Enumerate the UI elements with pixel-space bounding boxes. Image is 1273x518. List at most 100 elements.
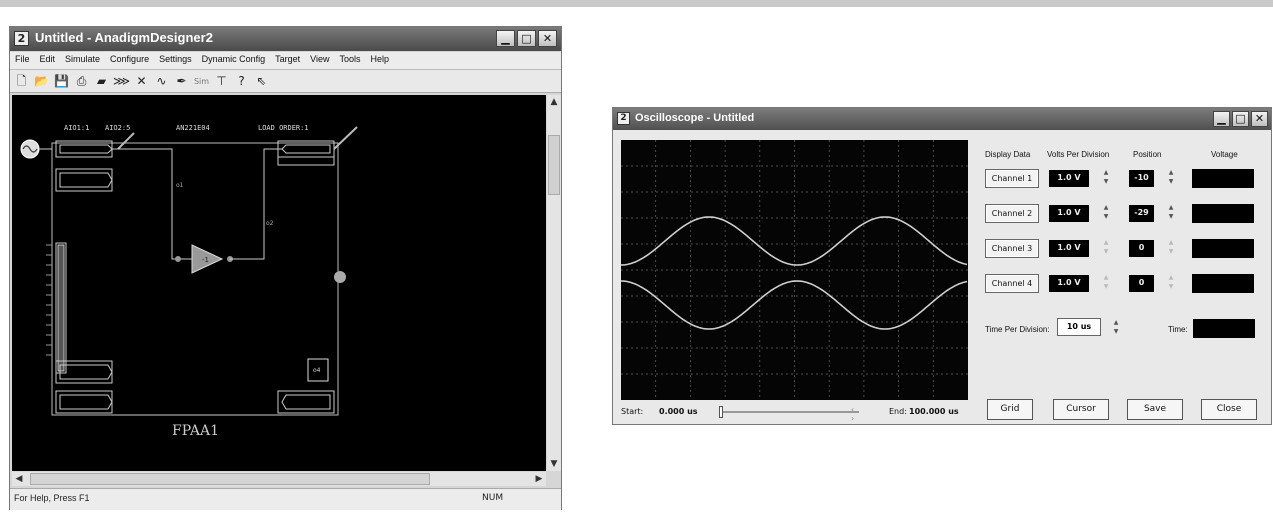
- channel-3-button[interactable]: Channel 3: [985, 239, 1039, 258]
- menu-help[interactable]: Help: [366, 52, 395, 69]
- title-bar[interactable]: 2 Untitled - AnadigmDesigner2 ▁ □ ✕: [10, 27, 561, 51]
- channel-4-button[interactable]: Channel 4: [985, 274, 1039, 293]
- oscilloscope-window: 2 Oscilloscope - Untitled ▁ □ ✕ Start: 0…: [612, 107, 1272, 425]
- channel-2-volts[interactable]: 1.0 V: [1049, 205, 1089, 222]
- open-folder-icon[interactable]: 📂: [33, 73, 50, 90]
- channel-4-position[interactable]: 0: [1129, 275, 1154, 292]
- end-value: 100.000 us: [909, 407, 959, 416]
- probe-icon[interactable]: ✒: [173, 73, 190, 90]
- time-per-division-label: Time Per Division:: [985, 325, 1050, 334]
- simulate-icon[interactable]: Sim: [193, 73, 210, 90]
- probe-1-icon: [117, 132, 135, 150]
- title-bar[interactable]: 2 Oscilloscope - Untitled ▁ □ ✕: [613, 108, 1271, 130]
- menu-settings[interactable]: Settings: [154, 52, 197, 69]
- scroll-down-icon[interactable]: ▼: [547, 457, 561, 471]
- close-scope-button[interactable]: Close: [1201, 399, 1257, 420]
- menu-target[interactable]: Target: [270, 52, 305, 69]
- amp-gain-label: -1: [202, 256, 209, 264]
- scope-display: [620, 140, 968, 400]
- input-cell-2: [55, 168, 113, 192]
- channel-3-position-spinner[interactable]: ▲ ▼: [1166, 238, 1176, 258]
- scroll-right-icon[interactable]: ▶: [532, 472, 546, 486]
- vertical-scrollbar[interactable]: ▲ ▼: [547, 95, 561, 471]
- print-icon[interactable]: ⎙: [73, 73, 90, 90]
- window-title: Untitled - AnadigmDesigner2: [35, 30, 213, 45]
- minimize-button[interactable]: ▁: [1213, 111, 1230, 127]
- channel-4-volts[interactable]: 1.0 V: [1049, 275, 1089, 292]
- time-per-division-field[interactable]: 10 us: [1057, 318, 1101, 336]
- channel-2-voltage: [1192, 204, 1254, 223]
- scope-grid-and-traces: [620, 140, 968, 400]
- hscroll-thumb[interactable]: [30, 473, 430, 485]
- input-cell-4: [55, 390, 113, 414]
- menu-file[interactable]: File: [10, 52, 35, 69]
- channel-1-button[interactable]: Channel 1: [985, 169, 1039, 188]
- time-slider-handle[interactable]: [719, 406, 723, 418]
- end-label: End:: [889, 407, 907, 416]
- wire-o2-label: o2: [266, 220, 274, 227]
- menu-edit[interactable]: Edit: [35, 52, 61, 69]
- help-icon[interactable]: ?: [233, 73, 250, 90]
- close-button[interactable]: ✕: [1251, 111, 1268, 127]
- display-data-header: Display Data: [985, 150, 1031, 159]
- position-header: Position: [1133, 150, 1162, 159]
- wire-icon[interactable]: ⋙: [113, 73, 130, 90]
- num-lock-indicator: NUM: [482, 493, 504, 503]
- toolbar: 🗋 📂 💾 ⎙ ▰ ⋙ ✕ ∿ ✒ Sim ⊤ ? ⇖: [10, 70, 561, 93]
- context-help-icon[interactable]: ⇖: [253, 73, 270, 90]
- output-cell-1: [277, 140, 335, 166]
- channel-1-position-spinner[interactable]: ▲ ▼: [1166, 168, 1176, 188]
- channel-1-volts[interactable]: 1.0 V: [1049, 170, 1089, 187]
- channel-3-volts-spinner[interactable]: ▲ ▼: [1101, 238, 1111, 258]
- channel-3-voltage: [1192, 239, 1254, 258]
- horizontal-scrollbar[interactable]: ◀ ▶: [12, 472, 546, 486]
- channel-1-volts-spinner[interactable]: ▲ ▼: [1101, 168, 1111, 188]
- signal-generator-icon[interactable]: ∿: [153, 73, 170, 90]
- start-label: Start:: [621, 407, 644, 416]
- grid-button[interactable]: Grid: [987, 399, 1033, 420]
- channel-4-volts-spinner[interactable]: ▲ ▼: [1101, 273, 1111, 293]
- menu-simulate[interactable]: Simulate: [60, 52, 105, 69]
- scroll-up-icon[interactable]: ▲: [547, 95, 561, 109]
- connector-icon: [334, 271, 346, 283]
- time-per-division-spinner[interactable]: ▲ ▼: [1111, 318, 1121, 338]
- cursor-button[interactable]: Cursor: [1053, 399, 1109, 420]
- time-slider[interactable]: ‹ ›: [719, 405, 859, 423]
- schematic-canvas[interactable]: AIO1:1 AIO2:5 AN221E04 LOAD ORDER:1 o1 o…: [12, 95, 546, 471]
- menu-dynamic-config[interactable]: Dynamic Config: [197, 52, 271, 69]
- scroll-left-icon[interactable]: ◀: [12, 472, 26, 486]
- channel-1-position[interactable]: -10: [1129, 170, 1154, 187]
- new-file-icon[interactable]: 🗋: [13, 73, 30, 90]
- menu-view[interactable]: View: [305, 52, 334, 69]
- time-label: Time:: [1168, 325, 1188, 334]
- aio2-label: AIO2:5: [105, 124, 130, 132]
- channel-3-position[interactable]: 0: [1129, 240, 1154, 257]
- maximize-button[interactable]: □: [517, 30, 536, 47]
- output-cell-2: [277, 390, 335, 414]
- scroll-thumb[interactable]: [548, 135, 560, 195]
- save-button[interactable]: Save: [1127, 399, 1183, 420]
- channel-4-position-spinner[interactable]: ▲ ▼: [1166, 273, 1176, 293]
- probe-2-icon: [333, 126, 358, 150]
- configure-icon[interactable]: ⊤: [213, 73, 230, 90]
- minimize-button[interactable]: ▁: [496, 30, 515, 47]
- menu-tools[interactable]: Tools: [335, 52, 366, 69]
- channel-3-volts[interactable]: 1.0 V: [1049, 240, 1089, 257]
- channel-2-position-spinner[interactable]: ▲ ▼: [1166, 203, 1176, 223]
- anadigm-designer-window: 2 Untitled - AnadigmDesigner2 ▁ □ ✕ File…: [9, 26, 562, 510]
- channel-2-button[interactable]: Channel 2: [985, 204, 1039, 223]
- app-icon[interactable]: 2: [617, 112, 630, 125]
- maximize-button[interactable]: □: [1232, 111, 1249, 127]
- app-icon[interactable]: 2: [14, 31, 29, 46]
- menu-configure[interactable]: Configure: [105, 52, 154, 69]
- channel-2-volts-spinner[interactable]: ▲ ▼: [1101, 203, 1111, 223]
- close-button[interactable]: ✕: [538, 30, 557, 47]
- menu-bar: File Edit Simulate Configure Settings Dy…: [10, 52, 561, 70]
- save-icon[interactable]: 💾: [53, 73, 70, 90]
- schematic-drawing: AIO1:1 AIO2:5 AN221E04 LOAD ORDER:1 o1 o…: [20, 124, 358, 439]
- chip-icon[interactable]: ▰: [93, 73, 110, 90]
- channel-2-position[interactable]: -29: [1129, 205, 1154, 222]
- channel-4-voltage: [1192, 274, 1254, 293]
- delete-icon[interactable]: ✕: [133, 73, 150, 90]
- load-order-label: LOAD ORDER:1: [258, 124, 309, 132]
